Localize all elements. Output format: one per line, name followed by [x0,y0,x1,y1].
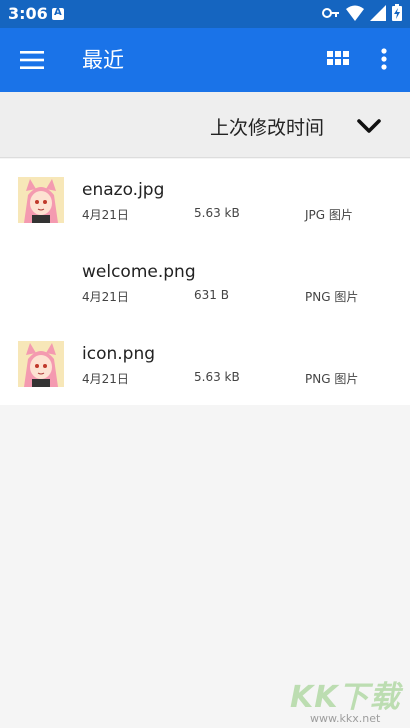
more-options-button[interactable] [372,44,396,74]
file-date: 4月21日 [82,372,129,386]
sort-label[interactable]: 上次修改时间 [210,113,324,140]
file-list: enazo.jpg 4月21日 5.63 kB JPG 图片 welcome.p… [0,159,410,405]
app-bar: 最近 [0,28,410,92]
battery-icon [392,4,402,21]
app-notification-icon [52,7,64,20]
sort-toggle-button[interactable] [356,113,382,139]
anime-girl-thumbnail [18,341,64,387]
file-name: welcome.png [82,262,196,282]
file-size: 5.63 kB [194,370,240,384]
file-type: PNG 图片 [305,290,359,304]
file-item-icon[interactable]: icon.png 4月21日 5.63 kB PNG 图片 [0,323,410,405]
file-size: 631 B [194,288,229,302]
file-date: 4月21日 [82,208,129,222]
sort-bar: 上次修改时间 [0,92,410,158]
file-date: 4月21日 [82,290,129,304]
wifi-icon [346,5,364,21]
file-item-welcome[interactable]: welcome.png 4月21日 631 B PNG 图片 [0,241,410,323]
file-name: enazo.jpg [82,180,165,200]
file-item-enazo[interactable]: enazo.jpg 4月21日 5.63 kB JPG 图片 [0,159,410,241]
menu-button[interactable] [18,46,46,74]
signal-icon [370,4,386,21]
file-type: PNG 图片 [305,372,359,386]
page-title: 最近 [82,48,124,72]
status-icons [322,4,402,21]
anime-girl-thumbnail [18,177,64,223]
more-vert-icon [381,48,387,70]
vpn-key-icon [322,7,339,18]
status-time: 3:06 [8,4,48,23]
watermark-logo: KK下载 [290,680,401,715]
watermark-url: www.kkx.net [310,712,381,725]
menu-icon [20,51,44,69]
file-size: 5.63 kB [194,206,240,220]
file-type: JPG 图片 [305,208,353,222]
grid-view-button[interactable] [325,46,351,72]
chevron-down-icon [357,119,381,133]
file-name: icon.png [82,344,156,364]
grid-view-icon [327,51,349,65]
watermark: KK下载 www.kkx.net [290,672,406,726]
status-bar: 3:06 [0,0,410,28]
